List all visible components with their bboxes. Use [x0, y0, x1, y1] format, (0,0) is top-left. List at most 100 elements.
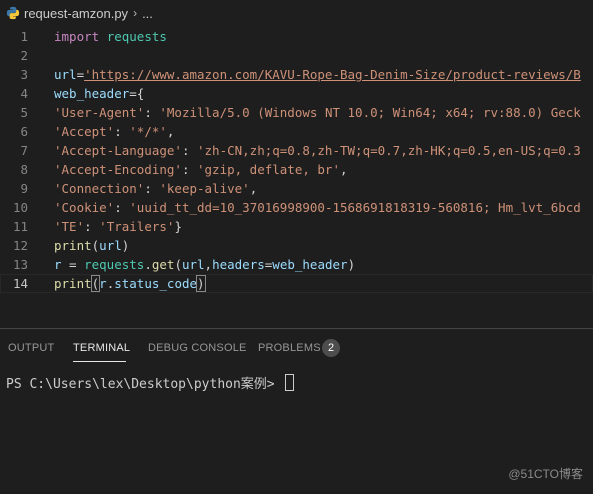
- line-number: 5: [20, 105, 28, 120]
- code-text: url='https://www.amazon.com/KAVU-Rope-Ba…: [54, 65, 581, 84]
- code-token: :: [144, 181, 160, 196]
- line-number: 12: [12, 238, 28, 253]
- code-token: 'Accept-Encoding': [54, 162, 182, 177]
- line-number: 6: [20, 124, 28, 139]
- code-line[interactable]: 5 'User-Agent': 'Mozilla/5.0 (Windows NT …: [0, 103, 593, 122]
- breadcrumb-ellipsis[interactable]: ...: [142, 6, 153, 21]
- tab-debug-console[interactable]: DEBUG CONSOLE: [148, 342, 247, 354]
- code-token: ,: [249, 181, 258, 196]
- code-line[interactable]: 8 'Accept-Encoding': 'gzip, deflate, br',: [0, 160, 593, 179]
- code-text: 'Connection': 'keep-alive',: [54, 179, 257, 198]
- line-number: 3: [20, 67, 28, 82]
- code-token: ): [121, 238, 130, 253]
- code-text: print(url): [54, 236, 129, 255]
- code-token: :: [114, 200, 130, 215]
- line-number: 8: [20, 162, 28, 177]
- code-token: 'keep-alive': [159, 181, 250, 196]
- code-token: '*/*': [129, 124, 167, 139]
- code-token: import: [54, 29, 100, 44]
- code-token: 'gzip, deflate, br': [197, 162, 340, 177]
- code-text: 'User-Agent': 'Mozilla/5.0 (Windows NT 1…: [54, 103, 581, 122]
- code-token: =: [61, 257, 85, 272]
- code-token: 'zh-CN,zh;q=0.8,zh-TW;q=0.7,zh-HK;q=0.5,…: [197, 143, 581, 158]
- bottom-panel: OUTPUT TERMINAL DEBUG CONSOLE PROBLEMS 2…: [0, 328, 593, 494]
- code-token: ={: [129, 86, 145, 101]
- active-tab-indicator: [73, 361, 126, 362]
- code-token: r: [99, 276, 107, 291]
- code-token: url: [54, 67, 77, 82]
- terminal[interactable]: PS C:\Users\lex\Desktop\python案例>: [6, 373, 295, 392]
- code-token: 'https://www.amazon.com/KAVU-Rope-Bag-De…: [84, 67, 581, 82]
- code-line[interactable]: 10 'Cookie': 'uuid_tt_dd=10_37016998900-1…: [0, 198, 593, 217]
- terminal-cursor: [285, 374, 295, 391]
- code-token: print: [54, 276, 92, 291]
- code-token: ): [347, 257, 356, 272]
- code-token: :: [84, 219, 100, 234]
- code-token: 'Accept-Language': [54, 143, 182, 158]
- code-token: :: [181, 143, 197, 158]
- tab-terminal[interactable]: TERMINAL: [73, 342, 130, 354]
- tab-problems[interactable]: PROBLEMS: [258, 342, 321, 354]
- code-token: :: [181, 162, 197, 177]
- code-line[interactable]: 11 'TE': 'Trailers'}: [0, 217, 593, 236]
- panel-tabs: OUTPUT TERMINAL DEBUG CONSOLE PROBLEMS 2: [0, 329, 593, 367]
- code-editor[interactable]: 1 import requests 2 3 url='https://www.amazo…: [0, 26, 593, 326]
- code-line[interactable]: 4 web_header={: [0, 84, 593, 103]
- code-token: ,: [204, 257, 213, 272]
- code-token: r: [54, 257, 62, 272]
- code-line[interactable]: 7 'Accept-Language': 'zh-CN,zh;q=0.8,zh-T…: [0, 141, 593, 160]
- code-text: import requests: [54, 27, 167, 46]
- code-line[interactable]: 9 'Connection': 'keep-alive',: [0, 179, 593, 198]
- code-token: 'Trailers': [99, 219, 175, 234]
- code-token: 'User-Agent': [54, 105, 145, 120]
- code-text: 'Accept-Encoding': 'gzip, deflate, br',: [54, 160, 348, 179]
- code-token: requests: [84, 257, 145, 272]
- code-token: status_code: [114, 276, 198, 291]
- code-token: ,: [340, 162, 348, 177]
- chevron-right-icon: ›: [133, 6, 138, 20]
- breadcrumb-file[interactable]: request-amzon.py: [24, 6, 128, 21]
- code-token: =: [76, 67, 85, 82]
- code-token: web_header: [272, 257, 348, 272]
- line-number: 7: [20, 143, 28, 158]
- code-token: 'Mozilla/5.0 (Windows NT 10.0; Win64; x6…: [159, 105, 581, 120]
- code-text: 'Accept': '*/*',: [54, 122, 174, 141]
- code-token: 'uuid_tt_dd=10_37016998900-1568691818319…: [129, 200, 581, 215]
- code-token: url: [181, 257, 205, 272]
- code-line[interactable]: 6 'Accept': '*/*',: [0, 122, 593, 141]
- line-number: 10: [12, 200, 28, 215]
- line-number: 1: [20, 29, 28, 44]
- code-line[interactable]: 14 print(r.status_code): [0, 274, 593, 293]
- code-token: 'TE': [54, 219, 85, 234]
- line-number: 4: [20, 86, 28, 101]
- tab-output[interactable]: OUTPUT: [8, 342, 54, 354]
- code-token: 'Connection': [54, 181, 145, 196]
- line-number: 14: [12, 276, 28, 291]
- line-number: 2: [20, 48, 28, 63]
- python-file-icon: [6, 6, 20, 20]
- code-line[interactable]: 1 import requests: [0, 27, 593, 46]
- code-token: headers: [212, 257, 265, 272]
- code-text: 'TE': 'Trailers'}: [54, 217, 182, 236]
- code-line[interactable]: 2: [0, 46, 593, 65]
- code-token: ,: [166, 124, 175, 139]
- code-token: .: [144, 257, 152, 272]
- code-token: ): [196, 275, 206, 292]
- code-text: web_header={: [54, 84, 144, 103]
- code-token: web_header: [54, 86, 130, 101]
- code-token: :: [114, 124, 130, 139]
- code-text: 'Cookie': 'uuid_tt_dd=10_37016998900-156…: [54, 198, 581, 217]
- code-token: requests: [106, 29, 167, 44]
- code-text: r = requests.get(url,headers=web_header): [54, 255, 355, 274]
- code-line[interactable]: 3 url='https://www.amazon.com/KAVU-Rope-B…: [0, 65, 593, 84]
- code-token: 'Accept': [54, 124, 115, 139]
- code-token: :: [144, 105, 160, 120]
- line-number: 13: [12, 257, 28, 272]
- code-line[interactable]: 13 r = requests.get(url,headers=web_heade…: [0, 255, 593, 274]
- line-number: 9: [20, 181, 28, 196]
- code-token: get: [151, 257, 175, 272]
- code-line[interactable]: 12 print(url): [0, 236, 593, 255]
- problems-count-badge: 2: [322, 339, 340, 357]
- code-text: 'Accept-Language': 'zh-CN,zh;q=0.8,zh-TW…: [54, 141, 581, 160]
